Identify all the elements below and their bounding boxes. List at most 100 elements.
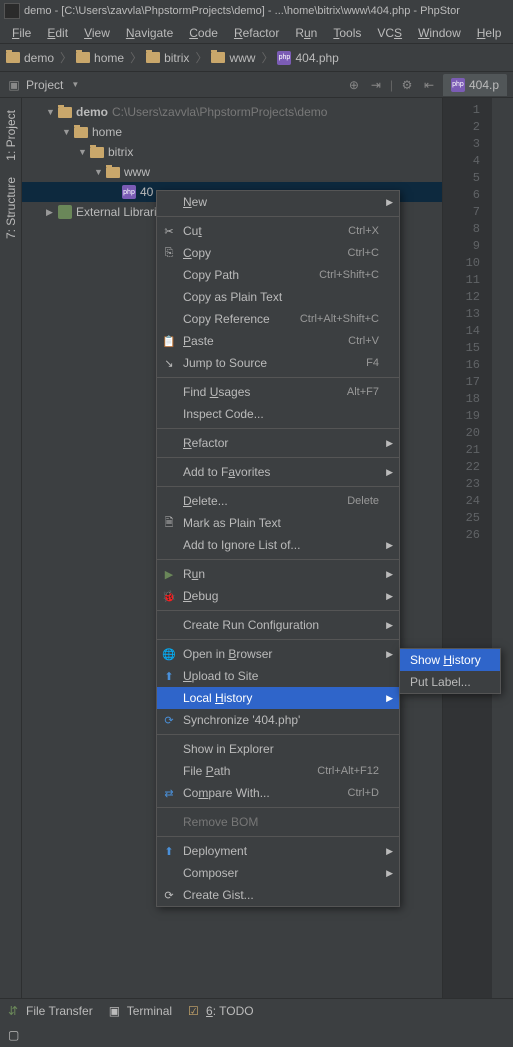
menu-favorites[interactable]: Add to Favorites▶: [157, 461, 399, 483]
menu-cut[interactable]: ✂CutCtrl+X: [157, 220, 399, 242]
titlebar-text: demo - [C:\Users\zavvla\PhpstormProjects…: [24, 5, 460, 17]
tool-file-transfer[interactable]: ⇵File Transfer: [8, 1004, 93, 1018]
menu-composer[interactable]: Composer▶: [157, 862, 399, 884]
menu-open-browser[interactable]: 🌐Open in Browser▶: [157, 643, 399, 665]
line-number: 19: [443, 408, 480, 425]
tree-www[interactable]: ▼www: [22, 162, 442, 182]
menu-refactor[interactable]: Refactor: [226, 24, 287, 42]
tool-terminal[interactable]: ▣Terminal: [109, 1004, 172, 1018]
menu-copy[interactable]: ⎘CopyCtrl+C: [157, 242, 399, 264]
line-number: 17: [443, 374, 480, 391]
collapse-icon[interactable]: ⇥: [368, 77, 384, 93]
breadcrumb-demo[interactable]: demo: [6, 51, 54, 65]
folder-icon: [74, 127, 88, 138]
menu-separator: [157, 486, 399, 487]
menu-ignore[interactable]: Add to Ignore List of...▶: [157, 534, 399, 556]
menu-deployment[interactable]: ⬆Deployment▶: [157, 840, 399, 862]
sidetab-structure[interactable]: 7: Structure: [2, 169, 20, 247]
line-number: 3: [443, 136, 480, 153]
menu-tools[interactable]: Tools: [325, 24, 369, 42]
chevron-right-icon: 〉: [195, 49, 207, 66]
submenu-show-history[interactable]: Show History: [400, 649, 500, 671]
submenu-put-label[interactable]: Put Label...: [400, 671, 500, 693]
folder-icon: [58, 107, 72, 118]
chevron-right-icon: 〉: [261, 49, 273, 66]
tree-bitrix[interactable]: ▼bitrix: [22, 142, 442, 162]
menu-compare[interactable]: ⇄Compare With...Ctrl+D: [157, 782, 399, 804]
menu-upload[interactable]: ⬆Upload to Site: [157, 665, 399, 687]
chevron-right-icon: ▶: [386, 868, 393, 879]
menu-navigate[interactable]: Navigate: [118, 24, 181, 42]
menu-separator: [157, 216, 399, 217]
status-corner-icon[interactable]: ▢: [8, 1028, 19, 1042]
sync-icon: ⟳: [161, 712, 177, 728]
hide-icon[interactable]: ⇤: [421, 77, 437, 93]
menu-copy-path[interactable]: Copy PathCtrl+Shift+C: [157, 264, 399, 286]
target-icon[interactable]: ⊕: [346, 77, 362, 93]
editor-tab[interactable]: php404.p: [443, 74, 507, 96]
menu-copy-ref[interactable]: Copy ReferenceCtrl+Alt+Shift+C: [157, 308, 399, 330]
menu-run[interactable]: ▶Run▶: [157, 563, 399, 585]
menu-show-explorer[interactable]: Show in Explorer: [157, 738, 399, 760]
menu-create-run[interactable]: Create Run Configuration▶: [157, 614, 399, 636]
menu-code[interactable]: Code: [181, 24, 226, 42]
menu-inspect[interactable]: Inspect Code...: [157, 403, 399, 425]
gear-icon[interactable]: ⚙: [399, 77, 415, 93]
breadcrumb-www[interactable]: www: [211, 51, 255, 65]
menu-create-gist[interactable]: ⟳Create Gist...: [157, 884, 399, 906]
menu-find-usages[interactable]: Find UsagesAlt+F7: [157, 381, 399, 403]
compare-icon: ⇄: [161, 785, 177, 801]
menu-delete[interactable]: Delete...Delete: [157, 490, 399, 512]
gist-icon: ⟳: [161, 887, 177, 903]
menu-separator: [157, 639, 399, 640]
chevron-right-icon: ▶: [386, 197, 393, 208]
line-number: 12: [443, 289, 480, 306]
app-icon: [4, 3, 20, 19]
todo-icon: ☑: [188, 1004, 202, 1018]
project-toolbar: ▣ Project ▼ ⊕ ⇥ | ⚙ ⇤ php404.p: [0, 72, 513, 98]
line-number: 5: [443, 170, 480, 187]
menu-refactor[interactable]: Refactor▶: [157, 432, 399, 454]
breadcrumb-home[interactable]: home: [76, 51, 124, 65]
tree-root[interactable]: ▼demoC:\Users\zavvla\PhpstormProjects\de…: [22, 102, 442, 122]
sidetab-project[interactable]: 1: Project: [2, 102, 20, 169]
menu-file[interactable]: File: [4, 24, 39, 42]
project-label[interactable]: Project: [26, 78, 63, 92]
chevron-right-icon: 〉: [60, 49, 72, 66]
menu-file-path[interactable]: File PathCtrl+Alt+F12: [157, 760, 399, 782]
folder-icon: [90, 147, 104, 158]
tree-home[interactable]: ▼home: [22, 122, 442, 142]
line-number: 20: [443, 425, 480, 442]
breadcrumb-file[interactable]: php404.php: [277, 51, 338, 65]
menu-remove-bom: Remove BOM: [157, 811, 399, 833]
menu-synchronize[interactable]: ⟳Synchronize '404.php': [157, 709, 399, 731]
menu-mark-plain[interactable]: 🗎Mark as Plain Text: [157, 512, 399, 534]
menu-run[interactable]: Run: [287, 24, 325, 42]
menu-vcs[interactable]: VCS: [369, 24, 410, 42]
menu-separator: [157, 734, 399, 735]
menu-separator: [157, 428, 399, 429]
menu-edit[interactable]: Edit: [39, 24, 76, 42]
chevron-down-icon[interactable]: ▼: [71, 80, 79, 89]
menu-jump-source[interactable]: ↘Jump to SourceF4: [157, 352, 399, 374]
transfer-icon: ⇵: [8, 1004, 22, 1018]
menu-local-history[interactable]: Local History▶: [157, 687, 399, 709]
menu-help[interactable]: Help: [469, 24, 510, 42]
menu-debug[interactable]: 🐞Debug▶: [157, 585, 399, 607]
chevron-down-icon: ▼: [78, 147, 90, 157]
jump-icon: ↘: [161, 355, 177, 371]
chevron-right-icon: ▶: [386, 620, 393, 631]
line-number: 26: [443, 527, 480, 544]
tool-todo[interactable]: ☑6: TODO: [188, 1004, 254, 1018]
php-icon: php: [122, 185, 136, 199]
menu-window[interactable]: Window: [410, 24, 469, 42]
menu-copy-plain[interactable]: Copy as Plain Text: [157, 286, 399, 308]
breadcrumb-bitrix[interactable]: bitrix: [146, 51, 189, 65]
submenu-local-history: Show History Put Label...: [399, 648, 501, 694]
folder-icon: [146, 52, 160, 63]
text-icon: 🗎: [161, 515, 177, 531]
menu-new[interactable]: New▶: [157, 191, 399, 213]
menu-paste[interactable]: 📋PasteCtrl+V: [157, 330, 399, 352]
menu-view[interactable]: View: [76, 24, 118, 42]
line-number: 22: [443, 459, 480, 476]
